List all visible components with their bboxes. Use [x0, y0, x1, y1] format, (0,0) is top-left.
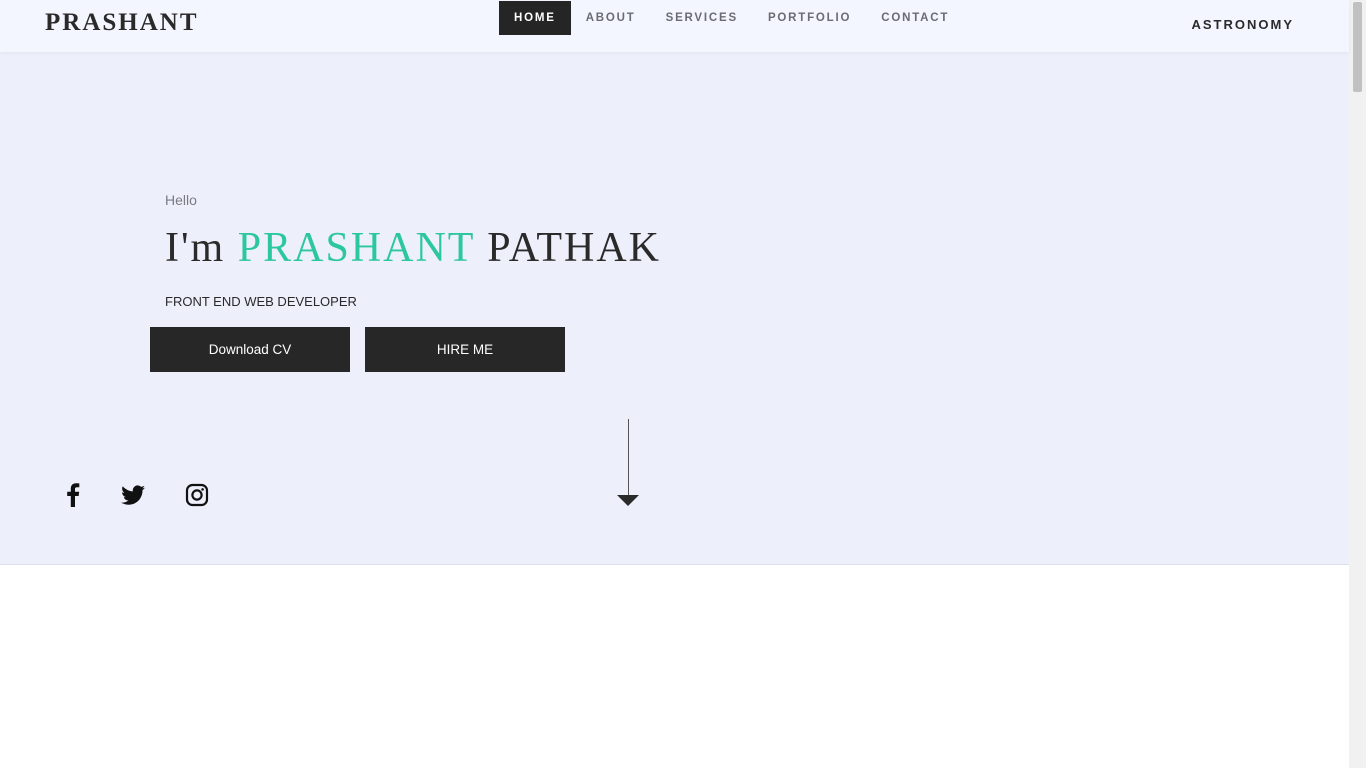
- nav-services[interactable]: SERVICES: [651, 1, 753, 35]
- nav-astronomy[interactable]: ASTRONOMY: [1192, 17, 1295, 32]
- brand-logo[interactable]: PRASHANT: [45, 9, 199, 37]
- hire-me-button[interactable]: HIRE ME: [365, 327, 565, 372]
- headline-last-name: PATHAK: [474, 225, 662, 271]
- hero-section: Hello I'm PRASHANT PATHAK FRONT END WEB …: [0, 52, 1349, 565]
- download-cv-button[interactable]: Download CV: [150, 327, 350, 372]
- main-nav: HOME ABOUT SERVICES PORTFOLIO CONTACT: [499, 1, 964, 35]
- scroll-indicator-line: [628, 419, 629, 495]
- top-navbar: PRASHANT HOME ABOUT SERVICES PORTFOLIO C…: [0, 0, 1349, 52]
- nav-about[interactable]: ABOUT: [571, 1, 651, 35]
- hero-role: FRONT END WEB DEVELOPER: [165, 294, 357, 309]
- hero-greeting: Hello: [165, 192, 197, 208]
- page-scrollbar[interactable]: [1349, 0, 1366, 768]
- headline-prefix: I'm: [165, 225, 238, 271]
- hero-headline: I'm PRASHANT PATHAK: [165, 224, 661, 272]
- arrow-down-icon[interactable]: [617, 495, 639, 506]
- instagram-icon[interactable]: [184, 482, 210, 508]
- headline-first-name: PRASHANT: [237, 225, 475, 271]
- nav-contact[interactable]: CONTACT: [866, 1, 964, 35]
- scrollbar-thumb[interactable]: [1353, 2, 1362, 92]
- nav-home[interactable]: HOME: [499, 1, 571, 35]
- facebook-icon[interactable]: [60, 482, 86, 508]
- nav-portfolio[interactable]: PORTFOLIO: [753, 1, 866, 35]
- twitter-icon[interactable]: [120, 482, 146, 508]
